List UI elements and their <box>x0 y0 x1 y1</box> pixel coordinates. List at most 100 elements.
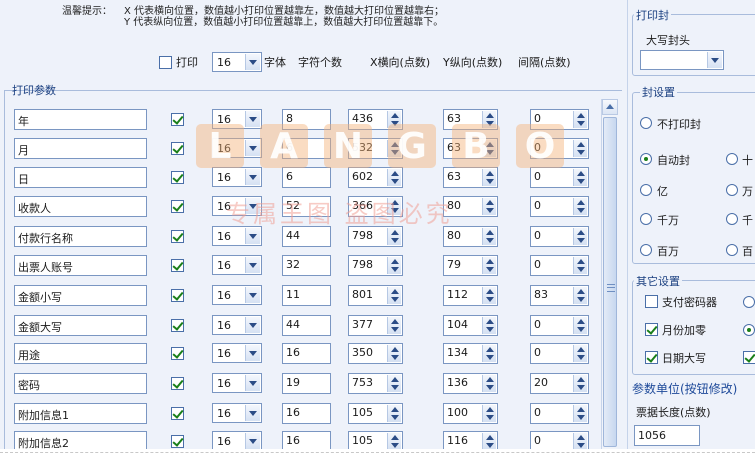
yi-radio[interactable] <box>640 184 652 196</box>
chevron-down-icon[interactable] <box>245 257 260 273</box>
param-y-spinner[interactable]: 104 <box>443 315 498 336</box>
param-gap-spinner[interactable]: 83 <box>530 285 589 306</box>
param-x-spinner[interactable]: 801 <box>348 285 403 306</box>
param-name-field[interactable]: 出票人账号 <box>14 255 147 276</box>
qianwan-radio[interactable] <box>640 213 652 225</box>
param-name-field[interactable]: 用途 <box>14 343 147 364</box>
chevron-down-icon[interactable] <box>245 287 260 303</box>
param-name-field[interactable]: 金额大写 <box>14 315 147 336</box>
chevron-down-icon[interactable] <box>245 405 260 421</box>
param-gap-spinner[interactable]: 0 <box>530 196 589 217</box>
param-print-checkbox[interactable] <box>171 435 184 448</box>
param-name-field[interactable]: 附加信息1 <box>14 403 147 424</box>
param-name-field[interactable]: 付款行名称 <box>14 226 147 247</box>
param-y-spinner[interactable]: 100 <box>443 403 498 424</box>
param-gap-spinner[interactable]: 0 <box>530 138 589 159</box>
param-chars-input[interactable]: 44 <box>282 315 331 336</box>
param-x-spinner[interactable]: 366 <box>348 196 403 217</box>
param-print-checkbox[interactable] <box>171 142 184 155</box>
param-x-spinner[interactable]: 350 <box>348 343 403 364</box>
param-chars-input[interactable]: 6 <box>282 167 331 188</box>
param-y-spinner[interactable]: 80 <box>443 196 498 217</box>
spin-arrows-icon[interactable] <box>387 140 401 157</box>
param-font-select[interactable]: 16 <box>212 167 262 187</box>
param-gap-spinner[interactable]: 20 <box>530 373 589 394</box>
chevron-down-icon[interactable] <box>245 169 260 185</box>
param-name-field[interactable]: 日 <box>14 167 147 188</box>
spin-arrows-icon[interactable] <box>573 169 587 186</box>
spin-arrows-icon[interactable] <box>387 228 401 245</box>
param-gap-spinner[interactable]: 0 <box>530 431 589 449</box>
param-x-spinner[interactable]: 532 <box>348 138 403 159</box>
param-font-select[interactable]: 16 <box>212 255 262 275</box>
param-y-spinner[interactable]: 63 <box>443 109 498 130</box>
param-y-spinner[interactable]: 63 <box>443 138 498 159</box>
spin-arrows-icon[interactable] <box>573 140 587 157</box>
param-gap-spinner[interactable]: 0 <box>530 343 589 364</box>
param-print-checkbox[interactable] <box>171 230 184 243</box>
param-font-select[interactable]: 16 <box>212 138 262 158</box>
spin-arrows-icon[interactable] <box>482 257 496 274</box>
spin-arrows-icon[interactable] <box>573 433 587 449</box>
param-x-spinner[interactable]: 798 <box>348 226 403 247</box>
chevron-down-icon[interactable] <box>245 228 260 244</box>
spin-arrows-icon[interactable] <box>387 257 401 274</box>
spin-arrows-icon[interactable] <box>387 198 401 215</box>
param-x-spinner[interactable]: 798 <box>348 255 403 276</box>
param-chars-input[interactable]: 16 <box>282 343 331 364</box>
param-font-select[interactable]: 16 <box>212 431 262 449</box>
param-font-select[interactable]: 16 <box>212 403 262 423</box>
spin-arrows-icon[interactable] <box>573 405 587 422</box>
param-name-field[interactable]: 金额小写 <box>14 285 147 306</box>
chevron-down-icon[interactable] <box>245 317 260 333</box>
chevron-down-icon[interactable] <box>245 375 260 391</box>
spin-arrows-icon[interactable] <box>482 433 496 449</box>
param-y-spinner[interactable]: 63 <box>443 167 498 188</box>
param-print-checkbox[interactable] <box>171 407 184 420</box>
month-radio[interactable] <box>743 324 755 336</box>
chevron-down-icon[interactable] <box>245 111 260 127</box>
param-font-select[interactable]: 16 <box>212 373 262 393</box>
spin-arrows-icon[interactable] <box>573 257 587 274</box>
spin-arrows-icon[interactable] <box>482 345 496 362</box>
param-chars-input[interactable]: 16 <box>282 431 331 449</box>
spin-arrows-icon[interactable] <box>482 375 496 392</box>
param-x-spinner[interactable]: 105 <box>348 403 403 424</box>
ticket-length-input[interactable]: 1056 <box>634 425 700 446</box>
param-gap-spinner[interactable]: 0 <box>530 403 589 424</box>
spin-arrows-icon[interactable] <box>387 287 401 304</box>
scroll-up-arrow-icon[interactable] <box>602 99 618 115</box>
spin-arrows-icon[interactable] <box>482 169 496 186</box>
param-y-spinner[interactable]: 136 <box>443 373 498 394</box>
param-x-spinner[interactable]: 105 <box>348 431 403 449</box>
spin-arrows-icon[interactable] <box>482 228 496 245</box>
chevron-down-icon[interactable] <box>245 345 260 361</box>
spin-arrows-icon[interactable] <box>387 317 401 334</box>
param-font-select[interactable]: 16 <box>212 109 262 129</box>
param-chars-input[interactable]: 19 <box>282 373 331 394</box>
chevron-down-icon[interactable] <box>245 140 260 156</box>
params-scrollbar[interactable] <box>601 99 618 449</box>
spin-arrows-icon[interactable] <box>387 405 401 422</box>
qian-radio[interactable] <box>726 213 738 225</box>
param-x-spinner[interactable]: 377 <box>348 315 403 336</box>
param-y-spinner[interactable]: 80 <box>443 226 498 247</box>
param-chars-input[interactable]: 11 <box>282 285 331 306</box>
param-gap-spinner[interactable]: 0 <box>530 109 589 130</box>
param-chars-input[interactable]: 16 <box>282 403 331 424</box>
param-chars-input[interactable]: 32 <box>282 255 331 276</box>
param-chars-input[interactable]: 8 <box>282 109 331 130</box>
spin-arrows-icon[interactable] <box>573 375 587 392</box>
spin-arrows-icon[interactable] <box>482 111 496 128</box>
spin-arrows-icon[interactable] <box>573 111 587 128</box>
param-x-spinner[interactable]: 753 <box>348 373 403 394</box>
param-print-checkbox[interactable] <box>171 347 184 360</box>
param-chars-input[interactable]: 6 <box>282 138 331 159</box>
spin-arrows-icon[interactable] <box>573 228 587 245</box>
baiwan-radio[interactable] <box>640 244 652 256</box>
pay-code-radio[interactable] <box>743 296 755 308</box>
pay-code-device-checkbox[interactable] <box>645 295 658 308</box>
month-pad-zero-checkbox[interactable] <box>645 323 658 336</box>
spin-arrows-icon[interactable] <box>573 287 587 304</box>
param-name-field[interactable]: 年 <box>14 109 147 130</box>
